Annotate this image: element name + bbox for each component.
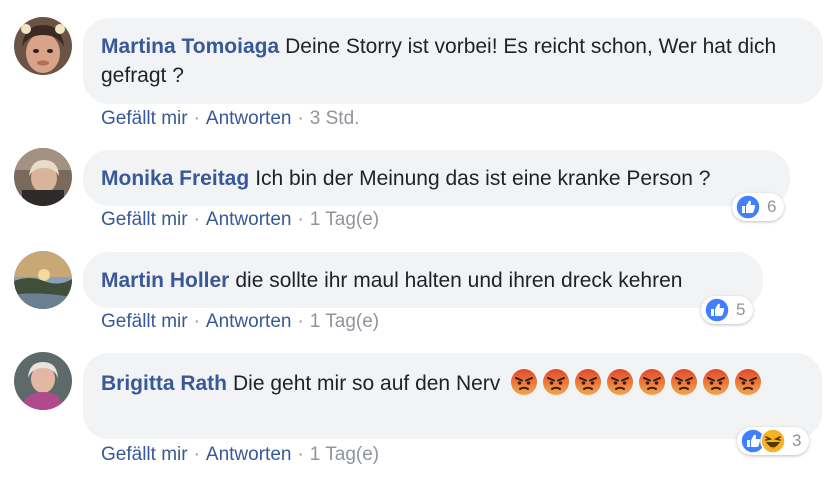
comment-author[interactable]: Monika Freitag [101,167,249,190]
avatar-photo [14,352,72,410]
like-link[interactable]: Gefällt mir [101,209,188,230]
separator-dot: · [297,209,304,230]
emoji-row [506,369,762,395]
angry-face-icon [510,368,538,396]
comment-text: die sollte ihr maul halten und ihren dre… [235,269,683,292]
comment-bubble: Martina Tomoiaga Deine Storry ist vorbei!… [83,18,823,104]
separator-dot: · [297,108,304,129]
separator-dot: · [193,209,200,230]
separator-dot: · [297,311,304,332]
reply-link[interactable]: Antworten [206,108,292,129]
separator-dot: · [297,444,304,465]
reaction-summary[interactable]: 5 [701,296,754,324]
separator-dot: · [193,311,200,332]
separator-dot: · [193,444,200,465]
comment-author[interactable]: Martina Tomoiaga [101,35,279,58]
avatar-photo [14,251,72,309]
like-icon [735,194,761,220]
comment-bubble: Monika Freitag Ich bin der Meinung das is… [83,150,790,206]
comment-timestamp[interactable]: 3 Std. [310,108,360,129]
like-link[interactable]: Gefällt mir [101,108,188,129]
reaction-count: 3 [792,431,802,450]
avatar-photo [14,17,72,75]
reply-link[interactable]: Antworten [206,444,292,465]
angry-face-icon [734,368,762,396]
reaction-count: 6 [767,197,777,216]
angry-face-icon [542,368,570,396]
comment-actions: Gefällt mir · Antworten · 1 Tag(e) [101,311,379,333]
angry-face-icon [574,368,602,396]
avatar[interactable] [14,17,72,75]
haha-icon [760,428,786,454]
reaction-count: 5 [736,300,746,319]
like-icon [704,297,730,323]
reply-link[interactable]: Antworten [206,311,292,332]
reply-link[interactable]: Antworten [206,209,292,230]
comment-author[interactable]: Brigitta Rath [101,372,227,395]
reaction-summary[interactable]: 3 [737,427,810,455]
comment-text: Die geht mir so auf den Nerv [233,372,501,395]
comment-bubble: Brigitta Rath Die geht mir so auf den Ner… [83,353,822,439]
comment-actions: Gefällt mir · Antworten · 1 Tag(e) [101,444,379,466]
comment-text: Ich bin der Meinung das ist eine kranke … [255,167,711,190]
angry-face-icon [670,368,698,396]
comment-timestamp[interactable]: 1 Tag(e) [310,311,379,332]
separator-dot: · [193,108,200,129]
avatar[interactable] [14,352,72,410]
comment-timestamp[interactable]: 1 Tag(e) [310,209,379,230]
angry-face-icon [638,368,666,396]
comment-actions: Gefällt mir · Antworten · 3 Std. [101,108,359,130]
comment-bubble: Martin Holler die sollte ihr maul halten … [83,252,763,308]
like-link[interactable]: Gefällt mir [101,311,188,332]
angry-face-icon [702,368,730,396]
comment-author[interactable]: Martin Holler [101,269,229,292]
reaction-summary[interactable]: 6 [732,193,785,221]
like-link[interactable]: Gefällt mir [101,444,188,465]
avatar-photo [14,148,72,206]
avatar[interactable] [14,148,72,206]
comment-timestamp[interactable]: 1 Tag(e) [310,444,379,465]
angry-face-icon [606,368,634,396]
comment-actions: Gefällt mir · Antworten · 1 Tag(e) [101,209,379,231]
avatar[interactable] [14,251,72,309]
